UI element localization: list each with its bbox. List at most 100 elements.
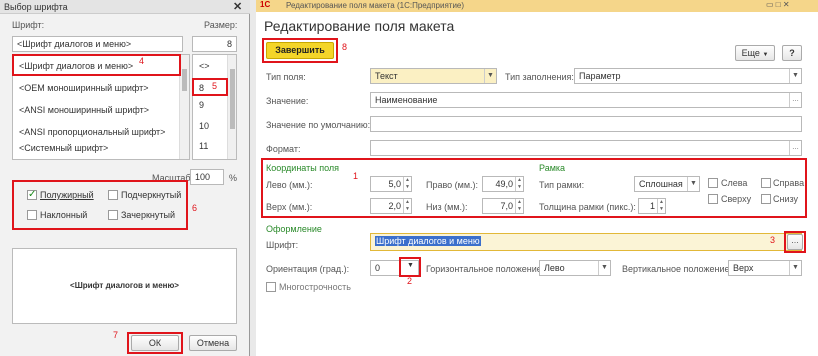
bottom-mm-input[interactable]: 7,0 ▲ ▼ [482,198,524,214]
selected-size-highlight [192,78,228,96]
bold-label: Полужирный [40,190,94,200]
frame-bottom-checkbox[interactable] [761,194,771,204]
window-title: Редактирование поля макета (1С:Предприят… [286,1,465,10]
frame-left-label: Слева [721,178,748,188]
cancel-button[interactable]: Отмена [189,335,237,351]
marker-2: 2 [407,276,413,286]
spinner-icon[interactable]: ▲ ▼ [515,177,523,191]
frame-width-label: Толщина рамки (пикс.): [539,202,636,212]
multiline-checkbox[interactable] [266,282,276,292]
font-input[interactable]: Шрифт диалогов и меню [370,233,802,251]
more-button[interactable]: Еще ▼ [735,45,775,61]
right-mm-input[interactable]: 49,0 ▲ ▼ [482,176,524,192]
multiline-label: Многострочность [279,282,351,292]
font-list-item[interactable]: <OEM моноширинный шрифт> [19,83,148,93]
ellipsis-icon[interactable]: … [789,141,801,155]
size-list-scrollbar[interactable] [227,55,236,159]
frame-right-label: Справа [773,178,805,188]
frame-bottom-label: Снизу [773,194,799,204]
app-badge: 1С [260,0,271,9]
underline-checkbox[interactable] [108,190,118,200]
finish-button[interactable]: Завершить [266,42,334,59]
ok-button[interactable]: ОК [131,335,179,351]
font-select-button[interactable]: … [787,234,803,250]
more-label: Еще [741,48,760,58]
design-title: Оформление [266,224,322,234]
right-mm-label: Право (мм.): [426,180,479,190]
window-titlebar: 1С Редактирование поля макета (1С:Предпр… [256,0,818,12]
underline-label: Подчеркнутый [121,190,182,200]
font-list-item[interactable]: <Системный шрифт> [19,143,108,153]
frame-type-select[interactable]: Сплошная ▼ [634,176,700,192]
selected-font-highlight [12,54,181,76]
font-dialog: Выбор шрифта ✕ Шрифт: Размер: <Шрифт диа… [0,0,250,356]
frame-top-label: Сверху [721,194,752,204]
bold-checkbox[interactable]: ✓ [27,190,37,200]
close-icon[interactable]: ✕ [233,0,242,13]
font-preview-text: <Шрифт диалогов и меню> [70,281,179,290]
scale-unit: % [229,173,238,183]
font-name-input[interactable]: <Шрифт диалогов и меню> [12,36,183,52]
fill-type-label: Тип заполнения: [505,72,574,82]
marker-8: 8 [342,42,348,52]
scale-input[interactable]: 100 [190,169,224,185]
font-list-item[interactable]: <ANSI моноширинный шрифт> [19,105,149,115]
frame-right-checkbox[interactable] [761,178,771,188]
coords-title: Координаты поля [266,163,340,173]
ellipsis-icon[interactable]: … [789,93,801,107]
help-button[interactable]: ? [782,45,802,61]
spinner-icon[interactable]: ▲ ▼ [403,199,411,213]
size-label: Размер: [204,20,238,30]
default-value-label: Значение по умолчанию: [266,120,371,130]
chevron-down-icon[interactable]: ▼ [407,262,414,269]
window-controls[interactable]: ▭ □ ✕ [766,0,790,9]
marker-6: 6 [192,203,198,213]
frame-left-checkbox[interactable] [708,178,718,188]
top-mm-input[interactable]: 2,0 ▲ ▼ [370,198,412,214]
format-label: Формат: [266,144,301,154]
fill-type-select[interactable]: Параметр ▼ [574,68,802,84]
size-list-item[interactable]: <> [199,61,210,71]
chevron-down-icon: ▼ [762,52,769,58]
marker-7: 7 [113,330,119,340]
chevron-down-icon: ▼ [789,69,801,83]
chevron-down-icon: ▼ [598,261,610,275]
chevron-down-icon: ▼ [789,261,801,275]
left-mm-label: Лево (мм.): [266,180,313,190]
font-dialog-titlebar: Выбор шрифта ✕ [0,0,250,14]
page-title: Редактирование поля макета [264,18,455,34]
font-input-value: Шрифт диалогов и меню [375,236,481,246]
size-list[interactable]: <> 8 9 10 11 [192,54,237,160]
valign-select[interactable]: Верх ▼ [728,260,802,276]
field-type-select[interactable]: Текст ▼ [370,68,497,84]
size-list-item[interactable]: 10 [199,121,209,131]
font-size-input[interactable]: 8 [192,36,237,52]
frame-width-input[interactable]: 1 ▲ ▼ [638,198,666,214]
halign-select[interactable]: Лево ▼ [539,260,611,276]
frame-type-label: Тип рамки: [539,180,585,190]
default-value-input[interactable] [370,116,802,132]
format-input[interactable]: … [370,140,802,156]
value-input[interactable]: Наименование … [370,92,802,108]
bottom-mm-label: Низ (мм.): [426,202,468,212]
strike-label: Зачеркнутый [121,210,175,220]
left-mm-input[interactable]: 5,0 ▲ ▼ [370,176,412,192]
strike-checkbox[interactable] [108,210,118,220]
marker-4: 4 [139,56,145,66]
spinner-icon[interactable]: ▲ ▼ [657,199,665,213]
chevron-down-icon: ▼ [484,69,496,83]
halign-label: Горизонтальное положение: [426,264,545,274]
spinner-icon[interactable]: ▲ ▼ [403,177,411,191]
font-preview: <Шрифт диалогов и меню> [12,248,237,324]
italic-checkbox[interactable] [27,210,37,220]
size-list-item[interactable]: 11 [199,141,208,151]
frame-top-checkbox[interactable] [708,194,718,204]
size-list-item[interactable]: 9 [199,100,204,110]
chevron-down-icon: ▼ [687,177,699,191]
value-label: Значение: [266,96,309,106]
spinner-icon[interactable]: ▲ ▼ [515,199,523,213]
marker-5: 5 [212,81,218,91]
font-list-item[interactable]: <ANSI пропорциональный шрифт> [19,127,165,137]
frame-title: Рамка [539,163,566,173]
font-style-group [12,180,188,230]
